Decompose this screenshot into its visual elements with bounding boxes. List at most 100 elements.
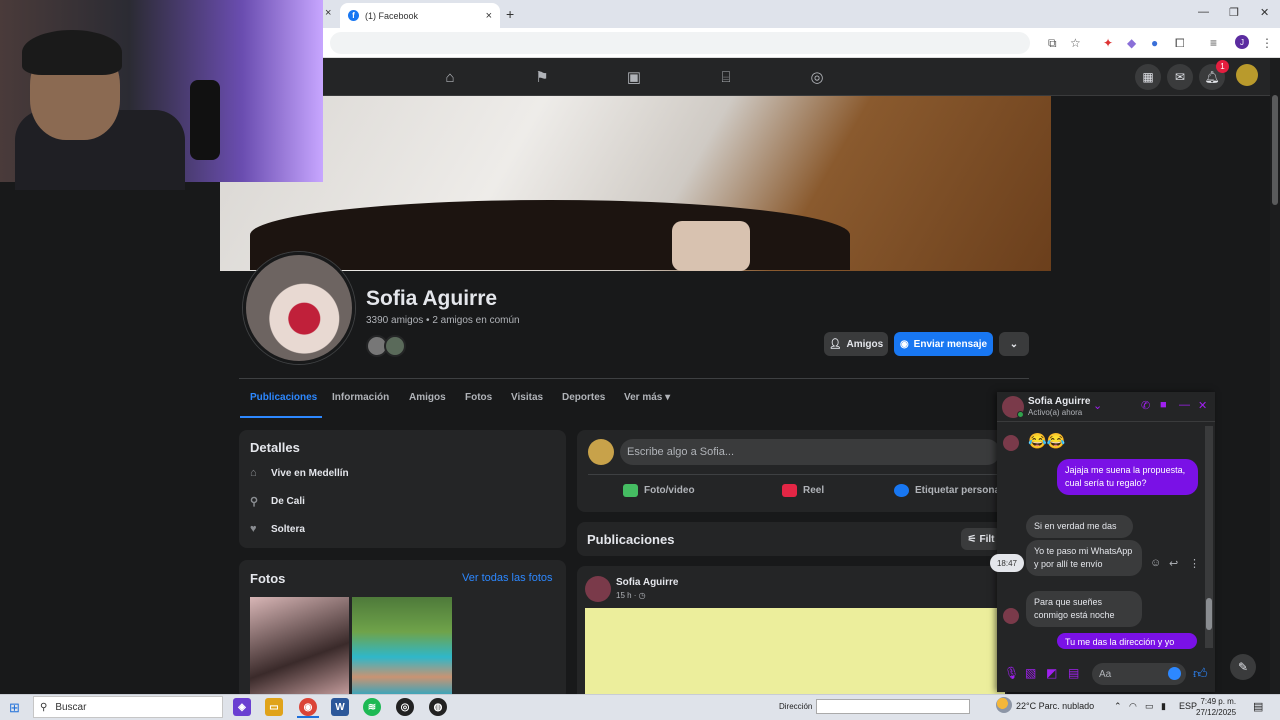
friends-button[interactable]: 👤︎ Amigos — [824, 332, 888, 356]
reply-icon[interactable]: ↩ — [1169, 557, 1178, 570]
home-icon: ⌂ — [250, 467, 257, 479]
windows-start-icon[interactable]: ⊞ — [9, 700, 20, 716]
tab-visitas[interactable]: Visitas — [511, 392, 543, 403]
close-window-button[interactable]: ✕ — [1260, 6, 1269, 19]
emoji-message[interactable]: 😂😂 — [1028, 432, 1065, 450]
photo-video-button[interactable]: Foto/video — [623, 484, 695, 497]
divider — [588, 474, 998, 475]
photo-thumbnail[interactable] — [352, 597, 452, 697]
chat-status: Activo(a) ahora — [1028, 408, 1083, 417]
chevron-up-icon[interactable]: ⌃ — [1114, 701, 1122, 712]
more-options-button[interactable]: ⌄ — [999, 332, 1029, 356]
browser-tab-facebook[interactable]: f (1) Facebook × — [340, 3, 500, 28]
menu-kebab-icon[interactable]: ⋮ — [1261, 36, 1273, 50]
profile-picture[interactable] — [243, 252, 355, 364]
incoming-message[interactable]: Para que sueñes conmigo está noche — [1026, 591, 1142, 627]
spotify-icon[interactable]: ≋ — [363, 698, 381, 716]
send-message-button[interactable]: ◉ Enviar mensaje — [894, 332, 993, 356]
menu-grid-icon[interactable]: ▦ — [1135, 64, 1161, 90]
app-icon[interactable]: ◎ — [396, 698, 414, 716]
post-author-avatar[interactable] — [585, 576, 611, 602]
incoming-message[interactable]: Yo te paso mi WhatsApp y por allí te env… — [1026, 540, 1142, 576]
filters-button[interactable]: ⚟ Filt — [961, 528, 1001, 550]
user-avatar[interactable] — [588, 439, 614, 465]
obs-icon[interactable]: ◍ — [429, 698, 447, 716]
composer-input[interactable]: Escribe algo a Sofia... — [620, 439, 1000, 465]
new-message-button[interactable]: ✎ — [1230, 654, 1256, 680]
react-emoji-icon[interactable]: ☺ — [1150, 557, 1161, 569]
new-tab-button[interactable]: + — [506, 6, 514, 22]
tab-ver-mas[interactable]: Ver más ▾ — [624, 392, 670, 403]
friends-count[interactable]: 3390 amigos • 2 amigos en común — [366, 315, 520, 326]
mutual-friend-avatar[interactable] — [384, 335, 406, 357]
image-icon[interactable]: ▧ — [1025, 666, 1036, 680]
media-control-icon[interactable]: ≡ — [1210, 36, 1217, 50]
tab-deportes[interactable]: Deportes — [562, 392, 605, 403]
video-call-icon[interactable]: ■ — [1160, 399, 1167, 411]
file-explorer-icon[interactable]: ▭ — [265, 698, 283, 716]
tab-close-icon[interactable]: × — [486, 10, 492, 22]
minimize-button[interactable]: — — [1198, 6, 1209, 18]
messenger-icon[interactable]: ✉ — [1167, 64, 1193, 90]
address-toolbar-input[interactable] — [816, 699, 970, 714]
tab-amigos[interactable]: Amigos — [409, 392, 446, 403]
reel-button[interactable]: Reel — [782, 484, 824, 497]
extension-icon[interactable]: ● — [1151, 36, 1158, 50]
gif-icon[interactable]: ▤ — [1068, 666, 1079, 680]
post-image[interactable] — [585, 608, 1005, 700]
monitor-icon[interactable]: ▭ — [1145, 701, 1154, 712]
chat-contact-name[interactable]: Sofia Aguirre — [1028, 396, 1090, 407]
phone-call-icon[interactable]: ✆ — [1141, 399, 1150, 412]
sticker-icon[interactable]: ◩ — [1046, 666, 1057, 680]
clock-date: 27/12/2025 — [1196, 708, 1237, 717]
outgoing-message[interactable]: Tu me das la dirección y yo — [1057, 633, 1197, 649]
active-tab-indicator — [240, 416, 322, 418]
like-thumb-icon[interactable]: 👍︎ — [1193, 665, 1208, 682]
url-input[interactable] — [330, 32, 1030, 54]
weather-text[interactable]: 22°C Parc. nublado — [1016, 701, 1094, 711]
language-indicator[interactable]: ESP — [1179, 701, 1197, 711]
profile-avatar[interactable]: J — [1235, 35, 1249, 49]
chrome-icon[interactable]: ◉ — [299, 698, 317, 716]
photo-thumbnail[interactable] — [250, 597, 349, 697]
extension-icon[interactable]: ◆ — [1127, 36, 1136, 50]
home-icon[interactable]: ⌂ — [439, 66, 461, 88]
bookmark-star-icon[interactable]: ☆ — [1070, 36, 1081, 50]
gaming-icon[interactable]: ◎ — [806, 66, 828, 88]
see-all-photos-link[interactable]: Ver todas las fotos — [462, 572, 553, 584]
page-scroll-thumb[interactable] — [1272, 95, 1278, 205]
detail-text: De Cali — [271, 496, 305, 507]
tag-people-button[interactable]: Etiquetar persona — [894, 484, 1000, 497]
notification-center-icon[interactable]: ▤ — [1253, 700, 1263, 713]
outgoing-message[interactable]: Jajaja me suena la propuesta, cual sería… — [1057, 459, 1198, 495]
extension-icon[interactable]: ✦ — [1103, 36, 1113, 50]
account-avatar[interactable] — [1236, 64, 1258, 86]
post-author-name[interactable]: Sofia Aguirre — [616, 577, 678, 588]
clock[interactable]: 7:49 p. m. 27/12/2025 — [1196, 696, 1236, 718]
network-icon[interactable]: ◠ — [1129, 701, 1137, 712]
video-icon[interactable]: ▣ — [623, 66, 645, 88]
post-timestamp[interactable]: 15 h · ◷ — [616, 591, 646, 600]
extensions-puzzle-icon[interactable]: ⧠ — [1175, 36, 1185, 51]
tab-fotos[interactable]: Fotos — [465, 392, 492, 403]
word-icon[interactable]: W — [331, 698, 349, 716]
tab-informacion[interactable]: Información — [332, 392, 389, 403]
more-icon[interactable]: ⋮ — [1189, 557, 1200, 570]
copilot-icon[interactable]: ◈ — [233, 698, 251, 716]
marketplace-icon[interactable]: ⌸ — [715, 66, 737, 88]
chevron-down-icon[interactable]: ⌄ — [1093, 399, 1102, 412]
microphone-icon[interactable]: ▮ — [1161, 701, 1166, 712]
install-icon[interactable]: ⧉ — [1048, 36, 1057, 51]
taskbar-search[interactable]: ⚲ Buscar — [33, 696, 223, 718]
close-chat-icon[interactable]: ✕ — [1198, 399, 1207, 412]
microphone-icon[interactable]: 🎙︎ — [1004, 666, 1019, 680]
tab-publicaciones[interactable]: Publicaciones — [250, 392, 317, 403]
tab-close-icon[interactable]: × — [325, 7, 331, 19]
minimize-chat-icon[interactable]: — — [1179, 399, 1190, 411]
chat-scroll-thumb[interactable] — [1206, 598, 1212, 630]
incoming-message[interactable]: Si en verdad me das — [1026, 515, 1133, 538]
pages-flag-icon[interactable]: ⚑ — [531, 66, 553, 88]
emoji-picker-icon[interactable] — [1168, 667, 1181, 680]
online-indicator — [1017, 411, 1024, 418]
maximize-button[interactable]: ❐ — [1229, 6, 1239, 19]
